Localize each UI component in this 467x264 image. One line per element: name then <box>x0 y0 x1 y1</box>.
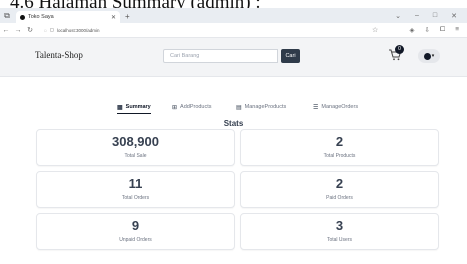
browser-menu-icon[interactable]: ⧉ <box>0 8 14 23</box>
stat-card-total-sale: 308,900 Total Sale <box>36 129 235 166</box>
cart-count-badge: 0 <box>395 45 404 54</box>
window-controls: ⌄ – □ ✕ <box>395 8 467 23</box>
bookmark-star-icon[interactable]: ☆ <box>372 26 378 34</box>
close-window-icon[interactable]: ✕ <box>451 12 457 20</box>
stat-value: 2 <box>335 176 344 191</box>
site-navbar: Talenta-Shop Cari Barang Cari 0 ▾ <box>0 38 467 77</box>
browser-tab-strip: ⧉ Toko Saya ✕ + ⌄ – □ ✕ <box>0 8 467 23</box>
favicon-icon <box>20 14 25 20</box>
orders-icon: ☰ <box>313 104 319 111</box>
stat-value: 308,900 <box>112 134 159 149</box>
browser-screenshot: ⧉ Toko Saya ✕ + ⌄ – □ ✕ ← → ↻ ◌ ▢ localh… <box>0 8 467 264</box>
admin-tabs: ▦ Summary ⊞ AddProducts ▤ ManageProducts… <box>0 101 467 114</box>
search-input[interactable]: Cari Barang <box>163 49 278 63</box>
stat-label: Total Sale <box>124 153 147 159</box>
browser-tab-title: Toko Saya <box>28 14 54 20</box>
stat-card-total-products: 2 Total Products <box>240 129 439 166</box>
tab-label: ManageOrders <box>321 104 359 110</box>
user-menu-button[interactable]: ▾ <box>418 49 440 63</box>
stat-card-unpaid-orders: 9 Unpaid Orders <box>36 213 235 250</box>
stat-label: Total Orders <box>121 195 150 201</box>
close-tab-icon[interactable]: ✕ <box>111 14 116 21</box>
tab-list-icon[interactable]: ⌄ <box>395 12 401 20</box>
tab-add-products[interactable]: ⊞ AddProducts <box>172 101 212 113</box>
stat-card-paid-orders: 2 Paid Orders <box>240 171 439 208</box>
chevron-down-icon: ▾ <box>431 53 435 59</box>
browser-tab[interactable]: Toko Saya ✕ <box>16 11 120 23</box>
brand-logo[interactable]: Talenta-Shop <box>35 50 83 60</box>
tab-summary[interactable]: ▦ Summary <box>117 101 151 114</box>
back-icon[interactable]: ← <box>0 27 12 34</box>
url-field[interactable]: ◌ ▢ localhost:3000/admin <box>44 27 99 33</box>
extensions-icon[interactable]: ⧠ <box>440 26 445 34</box>
page-icon: ▢ <box>49 27 54 32</box>
list-icon: ▤ <box>236 104 242 111</box>
url-text: localhost:3000/admin <box>56 27 100 33</box>
stat-label: Total Users <box>326 237 352 243</box>
stat-card-total-users: 3 Total Users <box>240 213 439 250</box>
tab-label: Summary <box>125 104 151 110</box>
stat-label: Total Products <box>323 153 356 159</box>
stat-value: 3 <box>335 218 344 233</box>
shield-icon: ◌ <box>44 27 47 33</box>
maximize-icon[interactable]: □ <box>433 12 437 19</box>
shield-toolbar-icon[interactable]: ◈ <box>410 26 415 34</box>
stat-label: Unpaid Orders <box>119 237 152 243</box>
forward-icon[interactable]: → <box>12 27 24 34</box>
stat-card-total-orders: 11 Total Orders <box>36 171 235 208</box>
browser-toolbar-right: ◈ ⇩ ⧠ ≡ <box>410 26 467 34</box>
stat-label: Paid Orders <box>326 195 353 201</box>
tab-label: ManageProducts <box>244 104 287 110</box>
browser-overflow-icon[interactable]: ≡ <box>455 26 459 34</box>
search-button[interactable]: Cari <box>281 49 300 63</box>
download-icon[interactable]: ⇩ <box>425 26 430 34</box>
stat-value: 9 <box>131 218 140 233</box>
address-bar-row: ← → ↻ ◌ ▢ localhost:3000/admin ☆ ◈ ⇩ ⧠ ≡ <box>0 23 467 38</box>
stat-value: 2 <box>335 134 344 149</box>
minimize-icon[interactable]: – <box>415 12 419 19</box>
stat-value: 11 <box>128 176 143 191</box>
add-icon: ⊞ <box>172 104 178 111</box>
tab-label: AddProducts <box>180 104 212 110</box>
user-avatar-icon <box>423 52 431 60</box>
stats-title: Stats <box>223 119 244 128</box>
reload-icon[interactable]: ↻ <box>24 26 36 34</box>
grid-icon: ▦ <box>117 104 123 111</box>
tab-manage-orders[interactable]: ☰ ManageOrders <box>313 101 358 113</box>
new-tab-icon[interactable]: + <box>125 11 130 23</box>
tab-manage-products[interactable]: ▤ ManageProducts <box>236 101 286 113</box>
